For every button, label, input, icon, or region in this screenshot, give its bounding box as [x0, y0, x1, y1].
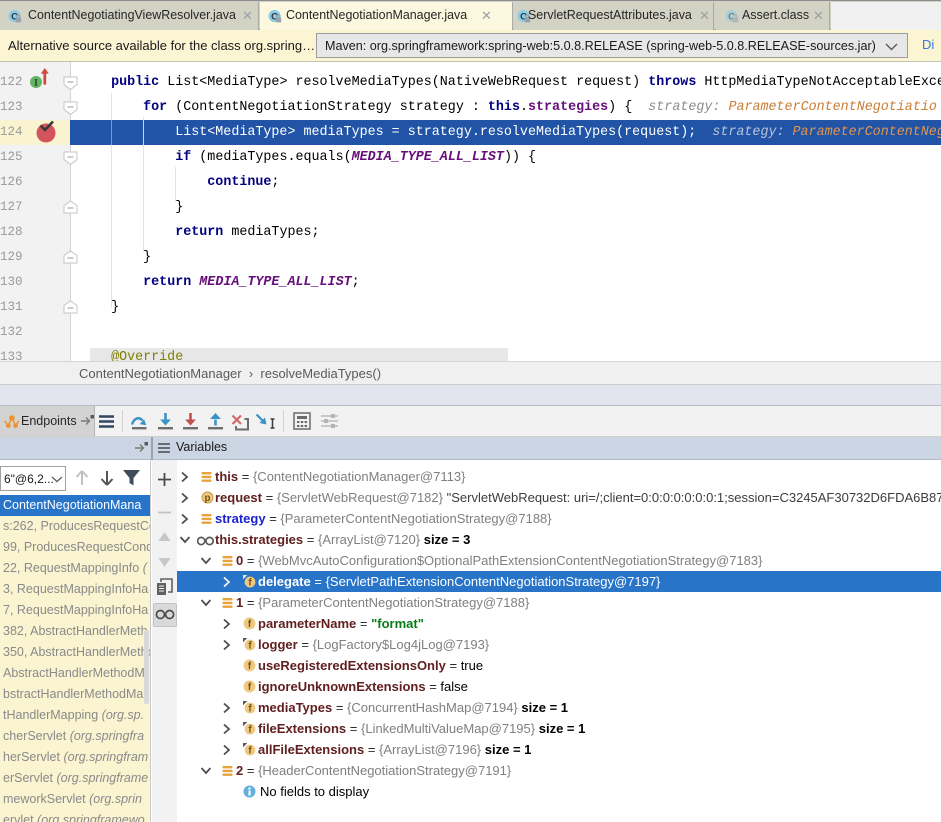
svg-text:p: p: [205, 493, 211, 504]
svg-text:I: I: [34, 78, 38, 89]
